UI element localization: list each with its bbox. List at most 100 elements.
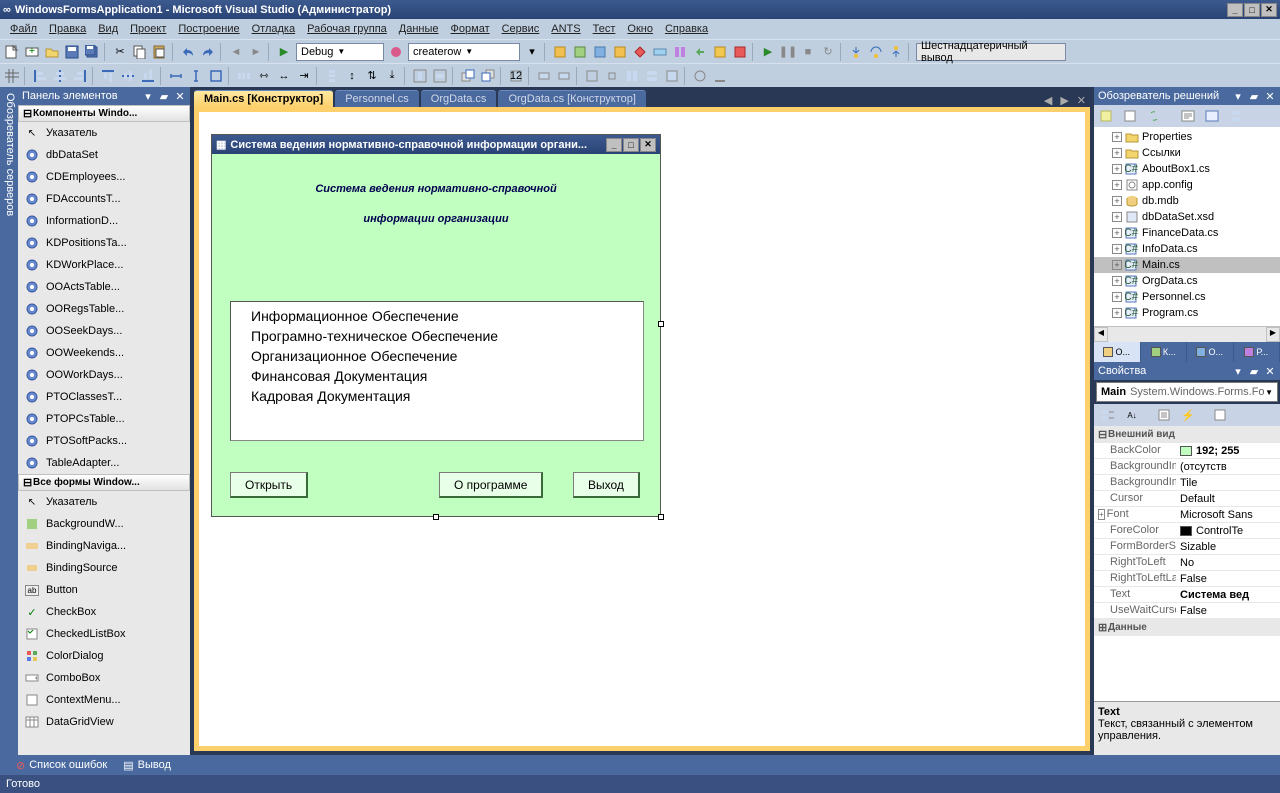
spacing-v-equal-icon[interactable]: [322, 66, 342, 86]
copy-icon[interactable]: [130, 42, 150, 62]
alphabetical-icon[interactable]: A↓: [1122, 405, 1142, 425]
view-designer-icon[interactable]: [1202, 106, 1222, 126]
toolbox-item[interactable]: OOWorkDays...: [18, 364, 190, 386]
toolbox-item[interactable]: DataGridView: [18, 711, 190, 733]
toolbox-item[interactable]: PTOClassesT...: [18, 386, 190, 408]
list-item[interactable]: Информационное Обеспечение: [231, 306, 643, 326]
sol-bottom-tab[interactable]: О...: [1094, 342, 1141, 362]
menu-item-вид[interactable]: Вид: [92, 21, 124, 37]
menu-item-данные[interactable]: Данные: [393, 21, 445, 37]
tree-row[interactable]: +Properties: [1094, 129, 1280, 145]
expand-icon[interactable]: +: [1112, 196, 1122, 206]
spacing-h-rem-icon[interactable]: ⇥: [294, 66, 314, 86]
list-item[interactable]: Програмно-техническое Обеспечение: [231, 326, 643, 346]
designed-form-window[interactable]: ▦ Система ведения нормативно-справочной …: [211, 134, 661, 517]
tool-icon-3[interactable]: [590, 42, 610, 62]
expand-icon[interactable]: +: [1112, 148, 1122, 158]
menu-item-проект[interactable]: Проект: [124, 21, 172, 37]
align-middle-icon[interactable]: [118, 66, 138, 86]
properties-grid[interactable]: ⊟Внешний видBackColor192; 255BackgroundI…: [1094, 426, 1280, 701]
menu-item-отладка[interactable]: Отладка: [246, 21, 301, 37]
menu-item-формат[interactable]: Формат: [445, 21, 496, 37]
expand-icon[interactable]: +: [1112, 308, 1122, 318]
new-project-icon[interactable]: [2, 42, 22, 62]
properties-object-selector[interactable]: MainSystem.Windows.Forms.Fo▼: [1096, 382, 1278, 402]
toolbox-item[interactable]: PTOPCsTable...: [18, 408, 190, 430]
property-row[interactable]: UseWaitCursoFalse: [1094, 603, 1280, 619]
platform-icon[interactable]: [386, 42, 406, 62]
tool-icon-9[interactable]: [710, 42, 730, 62]
redo-icon[interactable]: [198, 42, 218, 62]
expand-icon[interactable]: +: [1112, 132, 1122, 142]
spacing-h-dec-icon[interactable]: ↔: [274, 66, 294, 86]
center-v-icon[interactable]: [430, 66, 450, 86]
step-into-icon[interactable]: [846, 42, 866, 62]
expand-icon[interactable]: +: [1112, 260, 1122, 270]
toolbox-item[interactable]: PTOSoftPacks...: [18, 430, 190, 452]
designed-form-body[interactable]: Система ведения нормативно-справочнойинф…: [212, 154, 660, 516]
same-width-icon[interactable]: [166, 66, 186, 86]
property-row[interactable]: RightToLeftLaFalse: [1094, 571, 1280, 587]
undo-icon[interactable]: [178, 42, 198, 62]
layout-tool-i[interactable]: [710, 66, 730, 86]
hex-dropdown[interactable]: Шестнадцатеричный вывод: [916, 43, 1066, 61]
layout-tool-c[interactable]: [582, 66, 602, 86]
pin-icon[interactable]: ▰: [1248, 90, 1260, 102]
debug-pause-icon[interactable]: ❚❚: [778, 42, 798, 62]
close-button[interactable]: ✕: [1261, 3, 1277, 17]
tree-row[interactable]: +C#FinanceData.cs: [1094, 225, 1280, 241]
toolbox-item[interactable]: CDEmployees...: [18, 166, 190, 188]
expand-icon[interactable]: +: [1112, 276, 1122, 286]
tab-order-icon[interactable]: 12: [506, 66, 526, 86]
property-row[interactable]: +FontMicrosoft Sans: [1094, 507, 1280, 523]
toolbox-item[interactable]: CheckedListBox: [18, 623, 190, 645]
toolbox-item[interactable]: OOWeekends...: [18, 342, 190, 364]
debug-stop-icon[interactable]: ■: [798, 42, 818, 62]
view-diagram-icon[interactable]: [1226, 106, 1246, 126]
bring-front-icon[interactable]: [458, 66, 478, 86]
tool-icon-8[interactable]: [690, 42, 710, 62]
sol-bottom-tab[interactable]: К...: [1141, 342, 1188, 362]
step-over-icon[interactable]: [866, 42, 886, 62]
menu-item-файл[interactable]: Файл: [4, 21, 43, 37]
view-code-icon[interactable]: [1178, 106, 1198, 126]
categorized-icon[interactable]: [1098, 405, 1118, 425]
menu-item-справка[interactable]: Справка: [659, 21, 714, 37]
tool-icon-10[interactable]: [730, 42, 750, 62]
spacing-h-equal-icon[interactable]: [234, 66, 254, 86]
tool-icon-1[interactable]: [550, 42, 570, 62]
align-center-h-icon[interactable]: [50, 66, 70, 86]
selection-handle-bot-mid[interactable]: [433, 514, 439, 520]
tree-row[interactable]: +C#OrgData.cs: [1094, 273, 1280, 289]
save-all-icon[interactable]: [82, 42, 102, 62]
align-right-icon[interactable]: [70, 66, 90, 86]
grid-icon[interactable]: [2, 66, 22, 86]
property-row[interactable]: BackgroundImTile: [1094, 475, 1280, 491]
layout-tool-h[interactable]: [690, 66, 710, 86]
close-panel-icon[interactable]: ✕: [1264, 90, 1276, 102]
pin-icon[interactable]: ▰: [1248, 365, 1260, 377]
tree-row[interactable]: +C#Main.cs: [1094, 257, 1280, 273]
layout-tool-f[interactable]: [642, 66, 662, 86]
list-item[interactable]: Организационное Обеспечение: [231, 346, 643, 366]
error-list-tab[interactable]: ⊘Список ошибок: [8, 757, 115, 774]
cut-icon[interactable]: ✂: [110, 42, 130, 62]
output-tab[interactable]: ▤Вывод: [115, 757, 179, 774]
tab-nav-right-icon[interactable]: ▶: [1056, 94, 1072, 107]
tree-row[interactable]: +C#AboutBox1.cs: [1094, 161, 1280, 177]
tool-icon-7[interactable]: [670, 42, 690, 62]
show-all-icon[interactable]: [1120, 106, 1140, 126]
spacing-v-dec-icon[interactable]: ⇅: [362, 66, 382, 86]
property-category[interactable]: ⊞Данные: [1094, 619, 1280, 636]
tool-icon-4[interactable]: [610, 42, 630, 62]
align-bottom-icon[interactable]: [138, 66, 158, 86]
layout-tool-a[interactable]: [534, 66, 554, 86]
toolbox-item[interactable]: OOSeekDays...: [18, 320, 190, 342]
server-explorer-collapsed-tab[interactable]: Обозреватель серверов: [0, 87, 18, 755]
menu-item-рабочая группа[interactable]: Рабочая группа: [301, 21, 393, 37]
toolbox-item[interactable]: BindingNaviga...: [18, 535, 190, 557]
dropdown-icon[interactable]: ▾: [142, 90, 154, 102]
close-panel-icon[interactable]: ✕: [174, 90, 186, 102]
close-panel-icon[interactable]: ✕: [1264, 365, 1276, 377]
toolbox-item[interactable]: ColorDialog: [18, 645, 190, 667]
